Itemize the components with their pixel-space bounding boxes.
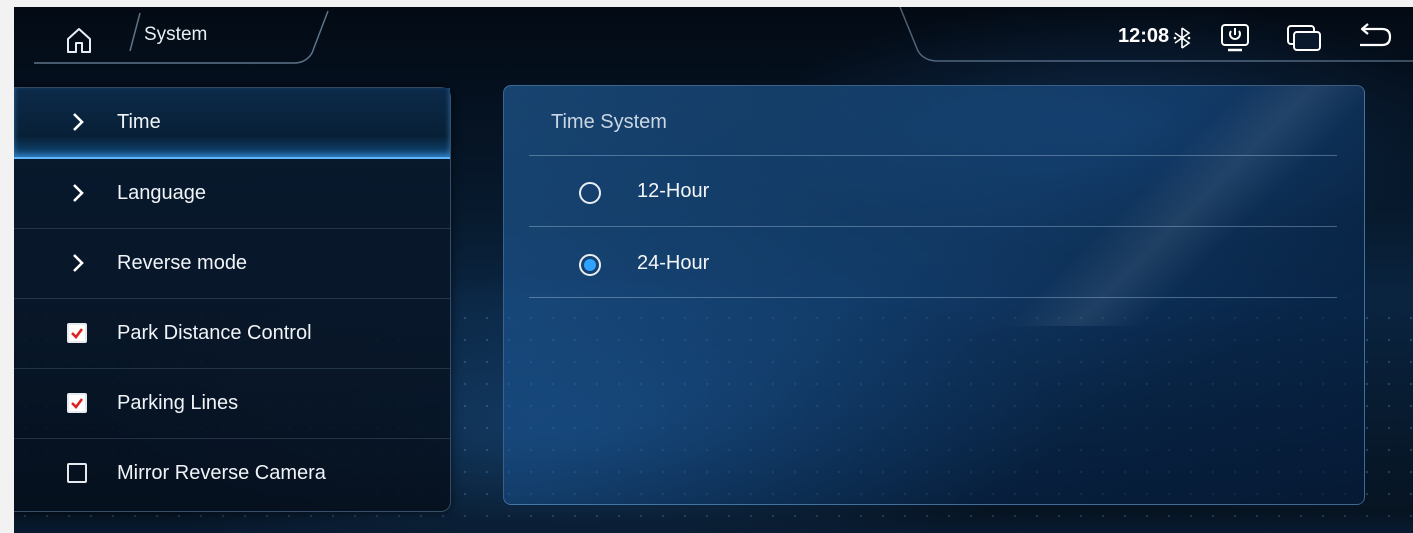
divider [529,297,1337,298]
divider [529,226,1337,227]
option-12-hour[interactable]: 12-Hour [579,174,1179,214]
top-bar-frame [34,7,1413,64]
parking-lines-checkbox[interactable] [67,393,87,413]
screen-power-icon [1221,24,1249,52]
radio-12-hour[interactable] [579,182,601,204]
window-switch-icon [1287,25,1321,51]
home-button[interactable] [64,25,94,55]
bottom-glow [14,512,1413,533]
menu-item-label: Park Distance Control [117,322,312,344]
divider [529,155,1337,156]
back-icon [1360,23,1392,47]
breadcrumb: System [144,24,208,45]
option-label: 24-Hour [637,252,710,274]
chevron-right-icon [73,254,84,272]
menu-item-label: Parking Lines [117,392,239,414]
car-head-unit-screen: System 12:08 Time Language Reverse mode … [14,7,1413,533]
time-system-panel: Time System 12-Hour 24-Hour [503,85,1365,505]
menu-item-label: Mirror Reverse Camera [117,462,326,484]
bluetooth-icon [1173,27,1191,49]
settings-menu: Time Language Reverse mode Park Distance… [14,87,451,512]
menu-item-parking-lines[interactable]: Parking Lines [14,369,450,439]
menu-item-park-distance-control[interactable]: Park Distance Control [14,299,450,369]
radio-24-hour[interactable] [579,254,601,276]
menu-item-label: Language [117,182,206,204]
menu-item-reverse-mode[interactable]: Reverse mode [14,229,450,299]
checkmark-icon [71,328,84,339]
option-label: 12-Hour [637,180,710,202]
top-bar: System 12:08 [14,7,1413,69]
back-button[interactable] [1354,23,1394,56]
menu-item-language[interactable]: Language [14,159,450,229]
chevron-right-icon [73,113,84,131]
menu-item-label: Reverse mode [117,252,248,274]
clock: 12:08 [1118,25,1170,47]
panel-title: Time System [551,111,667,133]
window-switch-button[interactable] [1286,24,1322,57]
mirror-reverse-camera-checkbox[interactable] [67,463,87,483]
menu-item-mirror-reverse-camera[interactable]: Mirror Reverse Camera [14,439,450,508]
chevron-right-icon [73,184,84,202]
home-icon [67,28,91,53]
checkmark-icon [71,398,84,409]
park-distance-control-checkbox[interactable] [67,323,87,343]
menu-item-label: Time [117,111,161,133]
screen-power-button[interactable] [1219,23,1251,58]
menu-item-time[interactable]: Time [14,88,450,159]
option-24-hour[interactable]: 24-Hour [579,246,1179,286]
